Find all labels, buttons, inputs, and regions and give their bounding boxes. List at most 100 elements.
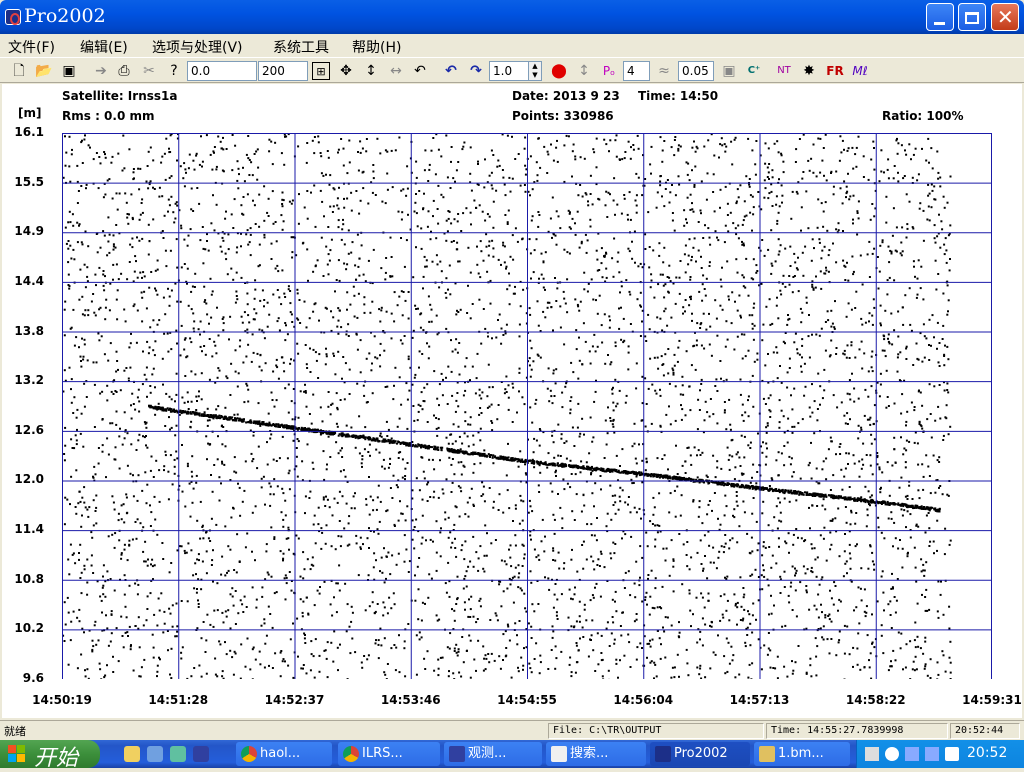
noise-point — [113, 249, 115, 251]
noise-point — [308, 497, 310, 499]
noise-point — [339, 590, 341, 592]
help-icon[interactable]: ? — [165, 62, 183, 80]
noise-point — [938, 361, 940, 363]
noise-point — [529, 500, 531, 502]
noise-point — [514, 286, 516, 288]
offset-input[interactable] — [187, 61, 257, 81]
noise-point — [402, 458, 404, 460]
noise-point — [869, 419, 871, 421]
pan-icon[interactable]: ✥ — [337, 62, 355, 80]
noise-point — [914, 442, 916, 444]
undo-icon[interactable]: ↶ — [411, 62, 429, 80]
maximize-button[interactable] — [958, 3, 986, 31]
cut-icon[interactable]: ✂ — [140, 62, 158, 80]
noise-point — [916, 179, 918, 181]
title-bar[interactable]: Pro2002 ✕ — [0, 0, 1024, 34]
points-icon[interactable]: Pₒ — [600, 62, 618, 80]
close-button[interactable]: ✕ — [991, 3, 1019, 31]
nt-icon[interactable]: NT — [775, 62, 793, 80]
plot-area[interactable]: Satellite: Irnss1a Rms : 0.0 mm Date: 20… — [2, 84, 1022, 718]
vertical-scale-icon[interactable]: ↕ — [362, 62, 380, 80]
y-tick-label: 16.1 — [4, 125, 44, 139]
noise-point — [786, 387, 788, 389]
noise-point — [67, 248, 69, 250]
save-icon[interactable]: ▣ — [60, 62, 78, 80]
rotate-left-icon[interactable]: ↶ — [442, 62, 460, 80]
noise-point — [909, 201, 911, 203]
range-input[interactable] — [258, 61, 308, 81]
rotate-right-icon[interactable]: ↷ — [467, 62, 485, 80]
scale-input[interactable] — [489, 61, 529, 81]
noise-point — [944, 390, 946, 392]
noise-point — [436, 570, 438, 572]
points-input[interactable] — [623, 61, 650, 81]
noise-point — [258, 226, 260, 228]
menu-tools[interactable]: 系统工具 — [273, 37, 329, 57]
noise-point — [514, 622, 516, 624]
threshold-input[interactable] — [678, 61, 714, 81]
noise-point — [100, 678, 102, 679]
ml-icon[interactable]: Mℓ — [851, 62, 869, 80]
noise-point — [449, 211, 451, 213]
bullet-icon[interactable]: ✸ — [800, 62, 818, 80]
menu-help[interactable]: 帮助(H) — [352, 37, 401, 57]
horizontal-scale-icon[interactable]: ↔ — [387, 62, 405, 80]
noise-point — [421, 636, 423, 638]
noise-point — [537, 226, 539, 228]
noise-point — [125, 320, 127, 322]
noise-point — [776, 140, 778, 142]
zoom-fit-icon[interactable]: ⊞ — [312, 62, 330, 80]
noise-point — [918, 259, 920, 261]
noise-point — [115, 371, 117, 373]
menu-edit[interactable]: 编辑(E) — [80, 37, 128, 57]
noise-point — [123, 167, 125, 169]
noise-point — [149, 326, 151, 328]
save-disabled-icon[interactable]: ▣ — [720, 62, 738, 80]
noise-point — [552, 372, 554, 374]
menu-file[interactable]: 文件(F) — [8, 37, 55, 57]
noise-point — [87, 309, 89, 311]
noise-point — [230, 627, 232, 629]
scatter-plot[interactable] — [62, 133, 992, 679]
open-folder-icon[interactable]: 📂 — [35, 62, 53, 80]
noise-point — [400, 190, 402, 192]
noise-point — [82, 446, 84, 448]
record-icon[interactable]: ⬤ — [550, 62, 568, 80]
noise-point — [83, 565, 85, 567]
noise-point — [353, 286, 355, 288]
new-file-icon[interactable]: 🗋 — [10, 62, 28, 80]
noise-point — [879, 491, 881, 493]
noise-point — [572, 371, 574, 373]
menu-options[interactable]: 选项与处理(V) — [152, 37, 243, 57]
cbd-icon[interactable]: C⁺ — [745, 62, 763, 80]
noise-point — [950, 678, 952, 679]
noise-point — [187, 245, 189, 247]
noise-point — [329, 506, 331, 508]
noise-point — [506, 588, 508, 590]
move-vertical-icon[interactable]: ↕ — [575, 62, 593, 80]
noise-point — [867, 568, 869, 570]
noise-point — [486, 532, 488, 534]
noise-point — [306, 142, 308, 144]
forward-arrow-icon[interactable]: ➔ — [92, 62, 110, 80]
app-icon[interactable] — [5, 9, 21, 25]
print-icon[interactable]: ⎙ — [115, 62, 133, 80]
noise-point — [95, 522, 97, 524]
noise-point — [849, 357, 851, 359]
noise-point — [104, 318, 106, 320]
scale-spinner[interactable]: ▲▼ — [528, 61, 542, 81]
noise-point — [878, 526, 880, 528]
noise-point — [691, 364, 693, 366]
noise-point — [652, 249, 654, 251]
noise-point — [132, 218, 134, 220]
noise-point — [825, 350, 827, 352]
noise-point — [339, 280, 341, 282]
filter-icon[interactable]: ≈ — [655, 62, 673, 80]
noise-point — [255, 223, 257, 225]
fr-icon[interactable]: FR — [826, 62, 844, 80]
noise-point — [157, 665, 159, 667]
minimize-button[interactable] — [926, 3, 954, 31]
noise-point — [613, 643, 615, 645]
noise-point — [141, 202, 143, 204]
noise-point — [508, 409, 510, 411]
